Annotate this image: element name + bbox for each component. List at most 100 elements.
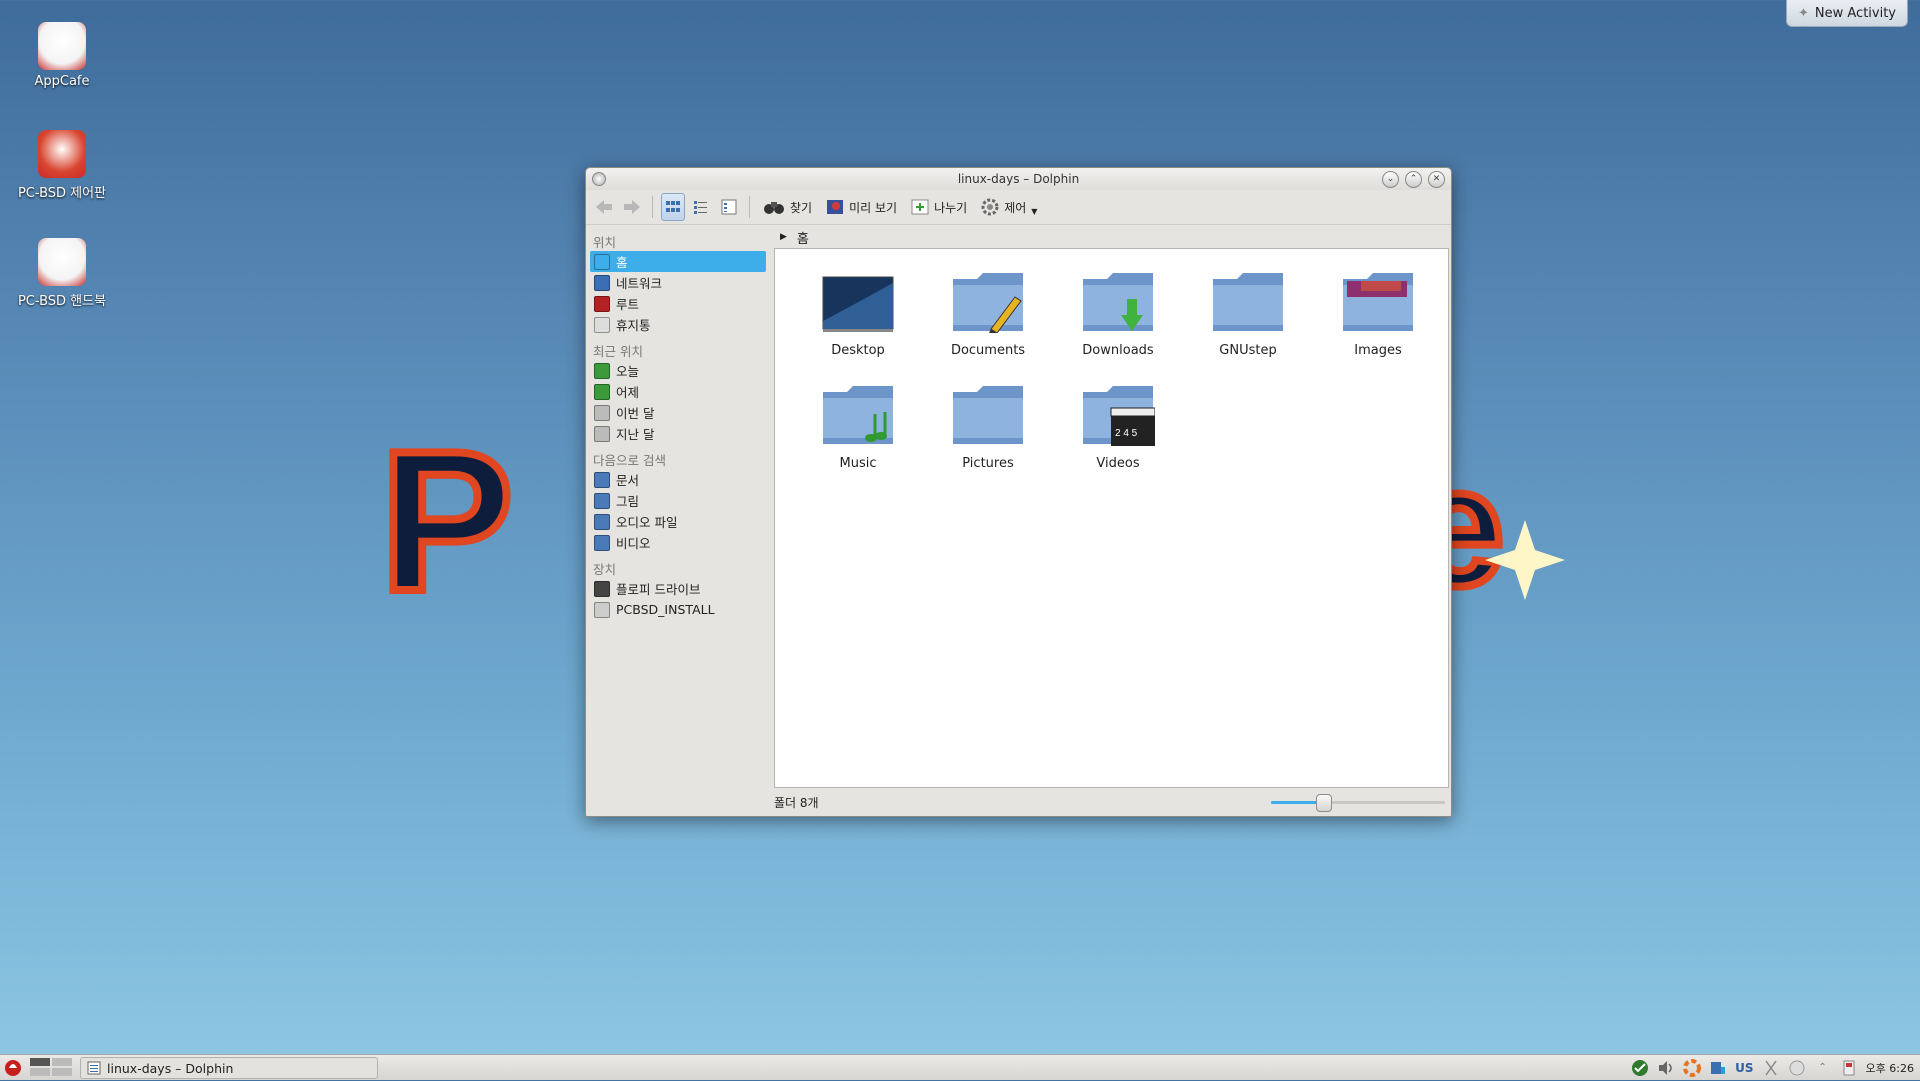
places-item[interactable]: 오디오 파일 [590,511,766,532]
breadcrumb-arrow-icon[interactable]: ▶ [780,232,787,242]
calendar-this-month-icon [594,404,610,421]
window-titlebar[interactable]: linux-days – Dolphin ⌄ ⌃ ✕ [586,168,1451,190]
downloads-folder-icon [1079,261,1157,339]
control-menu-button[interactable]: 제어 ▼ [976,194,1042,220]
places-item-label: 홈 [616,255,628,270]
split-button[interactable]: 나누기 [906,194,972,220]
volume-icon[interactable] [1657,1059,1675,1077]
file-item[interactable]: Downloads [1053,261,1183,358]
places-item[interactable]: 오늘 [590,360,766,381]
back-arrow-icon [596,200,612,214]
calendar-today-icon [594,362,610,379]
calendar-yesterday-icon [594,383,610,400]
file-item[interactable]: GNUstep [1183,261,1313,358]
images-folder-icon [1339,261,1417,339]
desktop-icon[interactable]: AppCafe [12,22,112,89]
folder-icon [1209,261,1287,339]
update-manager-icon[interactable] [1631,1059,1649,1077]
places-item[interactable]: 휴지통 [590,314,766,335]
clock[interactable]: 오후 6:26 [1866,1060,1914,1076]
file-item[interactable]: Documents [923,261,1053,358]
desktop-2-cell[interactable] [52,1058,72,1066]
tray-expand-icon[interactable]: ⌃ [1814,1059,1832,1077]
file-name: Videos [1096,456,1140,471]
file-name: Images [1354,343,1402,358]
zoom-slider[interactable] [1271,794,1445,812]
network-globe-icon [594,274,610,291]
desktop-4-cell[interactable] [52,1068,72,1076]
file-item[interactable]: 2 4 5 Videos [1053,374,1183,471]
zoom-slider-handle[interactable] [1316,794,1333,812]
places-item[interactable]: 루트 [590,293,766,314]
back-button[interactable] [592,193,616,221]
places-item[interactable]: 지난 달 [590,423,766,444]
places-item[interactable]: 플로피 드라이브 [590,578,766,599]
dolphin-window: linux-days – Dolphin ⌄ ⌃ ✕ 찾기 미리 보기 나누기 … [585,167,1452,817]
forward-button[interactable] [620,193,644,221]
places-item-label: 비디오 [616,536,651,551]
minimize-button[interactable]: ⌄ [1382,171,1399,188]
globe-status-icon[interactable] [1788,1059,1806,1077]
split-label: 나누기 [934,200,968,215]
places-item[interactable]: 어제 [590,381,766,402]
window-title: linux-days – Dolphin [957,172,1080,186]
places-item[interactable]: 이번 달 [590,402,766,423]
keyboard-layout[interactable]: US [1735,1061,1753,1075]
add-activity-icon: ✦ [1797,5,1809,21]
places-item[interactable]: PCBSD_INSTALL [590,599,766,620]
places-item-label: 오늘 [616,364,640,379]
places-item-label: 문서 [616,473,640,488]
desktop-icon[interactable]: PC-BSD 핸드북 [12,238,112,309]
svg-text:2 4 5: 2 4 5 [1115,428,1138,439]
icons-view-button[interactable] [661,193,685,221]
file-name: Pictures [962,456,1014,471]
close-button[interactable]: ✕ [1428,171,1445,188]
floppy-icon [594,580,610,597]
places-item-label: 네트워크 [616,276,663,291]
pager[interactable] [30,1058,72,1076]
file-name: Desktop [831,343,885,358]
compact-view-button[interactable] [689,193,713,221]
desktop-3-cell[interactable] [30,1068,50,1076]
calendar-last-month-icon [594,425,610,442]
details-view-button[interactable] [717,193,741,221]
places-item[interactable]: 문서 [590,469,766,490]
preview-button[interactable]: 미리 보기 [821,194,902,220]
new-activity-button[interactable]: ✦ New Activity [1786,0,1908,27]
trash-icon [594,316,610,333]
file-item[interactable]: Desktop [793,261,923,358]
appcafe-mug-icon [38,22,86,70]
image-icon [594,492,610,509]
search-button[interactable]: 찾기 [758,194,817,220]
device-notifier-icon[interactable] [1840,1059,1858,1077]
pcbsd-start-icon [5,1060,21,1076]
lifebuoy-icon[interactable] [1683,1058,1702,1077]
root-folder-icon [594,295,610,312]
desktop-icon-label: AppCafe [34,74,90,89]
maximize-button[interactable]: ⌃ [1405,171,1422,188]
klipper-scissors-icon[interactable] [1762,1059,1780,1077]
places-item[interactable]: 비디오 [590,532,766,553]
file-item[interactable]: Images [1313,261,1443,358]
file-view[interactable]: Desktop Documents Downloads GNUstep Images Mu… [774,248,1449,788]
file-item[interactable]: Pictures [923,374,1053,471]
start-menu-button[interactable] [3,1057,23,1077]
places-group-title: 위치 [593,235,617,250]
file-item[interactable]: Music [793,374,923,471]
places-item[interactable]: 네트워크 [590,272,766,293]
places-item[interactable]: 홈 [590,251,766,272]
desktop-icon[interactable]: PC-BSD 제어판 [12,130,112,201]
places-item-label: PCBSD_INSTALL [616,602,715,617]
preview-icon [827,200,844,214]
places-group-title: 다음으로 검색 [593,453,666,468]
preview-label: 미리 보기 [849,200,898,215]
file-name: Downloads [1082,343,1154,358]
task-dolphin[interactable]: linux-days – Dolphin [80,1057,378,1079]
document-icon [594,471,610,488]
breadcrumb-home[interactable]: 홈 [797,228,809,247]
places-item[interactable]: 그림 [590,490,766,511]
optical-disc-icon [594,601,610,618]
desktop-1-cell[interactable] [30,1058,50,1066]
file-name: Documents [950,343,1026,358]
network-status-icon[interactable] [1709,1059,1727,1077]
